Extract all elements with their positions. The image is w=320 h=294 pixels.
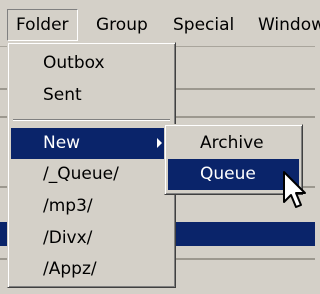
menu-item-mp3[interactable]: /mp3/ [11,191,172,222]
menu-item-new[interactable]: New [11,128,172,159]
folder-menu: Outbox Sent New /_Queue/ /mp3/ /Divx/ /A… [7,42,176,288]
menu-item-outbox[interactable]: Outbox [11,48,172,79]
menu-bar: Folder Group Special Window [0,0,320,47]
menu-separator [13,119,170,121]
menu-special[interactable]: Special [173,12,234,38]
menu-group[interactable]: Group [96,12,148,38]
menu-item-queue-folder[interactable]: /_Queue/ [11,159,172,190]
menu-item-new-label: New [43,133,81,153]
menu-folder[interactable]: Folder [7,9,78,41]
menu-item-sent[interactable]: Sent [11,80,172,111]
arrow-cursor-icon [283,171,306,208]
submenu-item-queue[interactable]: Queue [168,159,299,190]
menu-item-appz[interactable]: /Appz/ [11,254,172,285]
chevron-right-icon [157,138,162,148]
menu-item-divx[interactable]: /Divx/ [11,223,172,254]
menu-window[interactable]: Window [258,12,320,38]
submenu-item-archive[interactable]: Archive [168,128,299,159]
